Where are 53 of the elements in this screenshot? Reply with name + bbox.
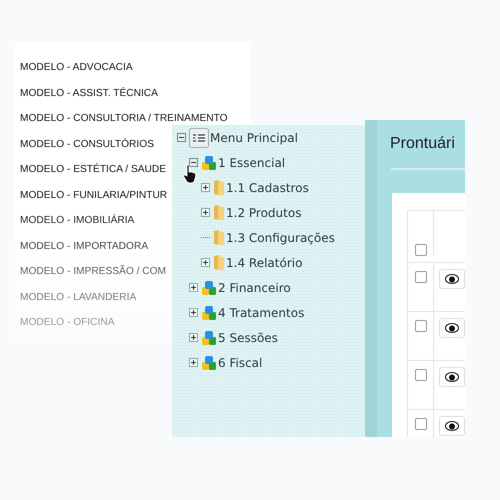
expand-toggle[interactable] — [189, 358, 198, 367]
model-item[interactable]: MODELO - ESTÉTICA / SAUDE — [20, 163, 166, 188]
expand-toggle[interactable] — [201, 183, 210, 192]
expand-toggle[interactable] — [189, 333, 198, 342]
folder-icon — [213, 254, 225, 271]
tree-item[interactable]: 6 Fiscal — [218, 356, 262, 370]
collapse-toggle[interactable] — [189, 158, 198, 167]
blocks-icon — [201, 304, 217, 320]
eye-icon — [445, 372, 459, 382]
tree-item[interactable]: 4 Tratamentos — [218, 306, 304, 320]
blocks-icon — [201, 154, 217, 170]
expand-toggle[interactable] — [201, 208, 210, 217]
tree-item[interactable]: 2 Financeiro — [218, 280, 291, 294]
expand-toggle[interactable] — [201, 258, 210, 267]
checkbox[interactable] — [414, 271, 426, 283]
expand-toggle[interactable] — [189, 283, 198, 292]
model-item[interactable]: MODELO - LAVANDERIA — [20, 290, 136, 316]
model-item[interactable]: MODELO - CONSULTÓRIOS — [20, 138, 154, 163]
tree-item[interactable]: 5 Sessões — [218, 330, 278, 344]
view-button[interactable] — [439, 269, 465, 289]
menu-icon — [189, 128, 209, 148]
tree-item[interactable]: 1.4 Relatório — [226, 256, 302, 270]
model-item[interactable]: MODELO - IMOBILIÁRIA — [20, 214, 134, 240]
view-button[interactable] — [439, 367, 465, 387]
blocks-icon — [201, 330, 217, 346]
model-item[interactable]: MODELO - IMPORTADORA — [20, 240, 148, 265]
page-title: Prontuári — [390, 135, 455, 153]
folder-icon — [213, 229, 225, 246]
tree-item[interactable]: 1.3 Configurações — [226, 230, 335, 244]
tree-item[interactable]: 1.1 Cadastros — [226, 180, 309, 194]
view-button[interactable] — [439, 318, 465, 338]
folder-icon — [213, 204, 225, 221]
folder-icon — [213, 179, 225, 196]
blocks-icon — [201, 354, 217, 370]
blocks-icon — [201, 280, 217, 296]
eye-icon — [445, 421, 459, 431]
checkbox[interactable] — [414, 369, 426, 381]
hand-cursor-icon — [183, 164, 197, 184]
expand-toggle[interactable] — [189, 308, 198, 317]
eye-icon — [445, 323, 459, 333]
checkbox[interactable] — [414, 320, 426, 332]
tree-item[interactable]: 1.2 Produtos — [226, 206, 302, 220]
checkbox[interactable] — [414, 244, 426, 256]
view-button[interactable] — [439, 416, 465, 436]
checkbox[interactable] — [414, 418, 426, 430]
model-item[interactable]: MODELO - IMPRESSÃO / COM — [20, 265, 166, 290]
eye-icon — [445, 274, 459, 284]
model-item[interactable]: MODELO - FUNILARIA/PINTUR — [20, 188, 168, 214]
model-item[interactable]: MODELO - ASSIST. TÉCNICA — [20, 86, 158, 112]
collapse-toggle[interactable] — [177, 133, 186, 142]
tree-item[interactable]: 1 Essencial — [218, 156, 286, 170]
tree-item[interactable]: Menu Principal — [210, 130, 298, 144]
model-item[interactable]: MODELO - ADVOCACIA — [20, 61, 133, 86]
